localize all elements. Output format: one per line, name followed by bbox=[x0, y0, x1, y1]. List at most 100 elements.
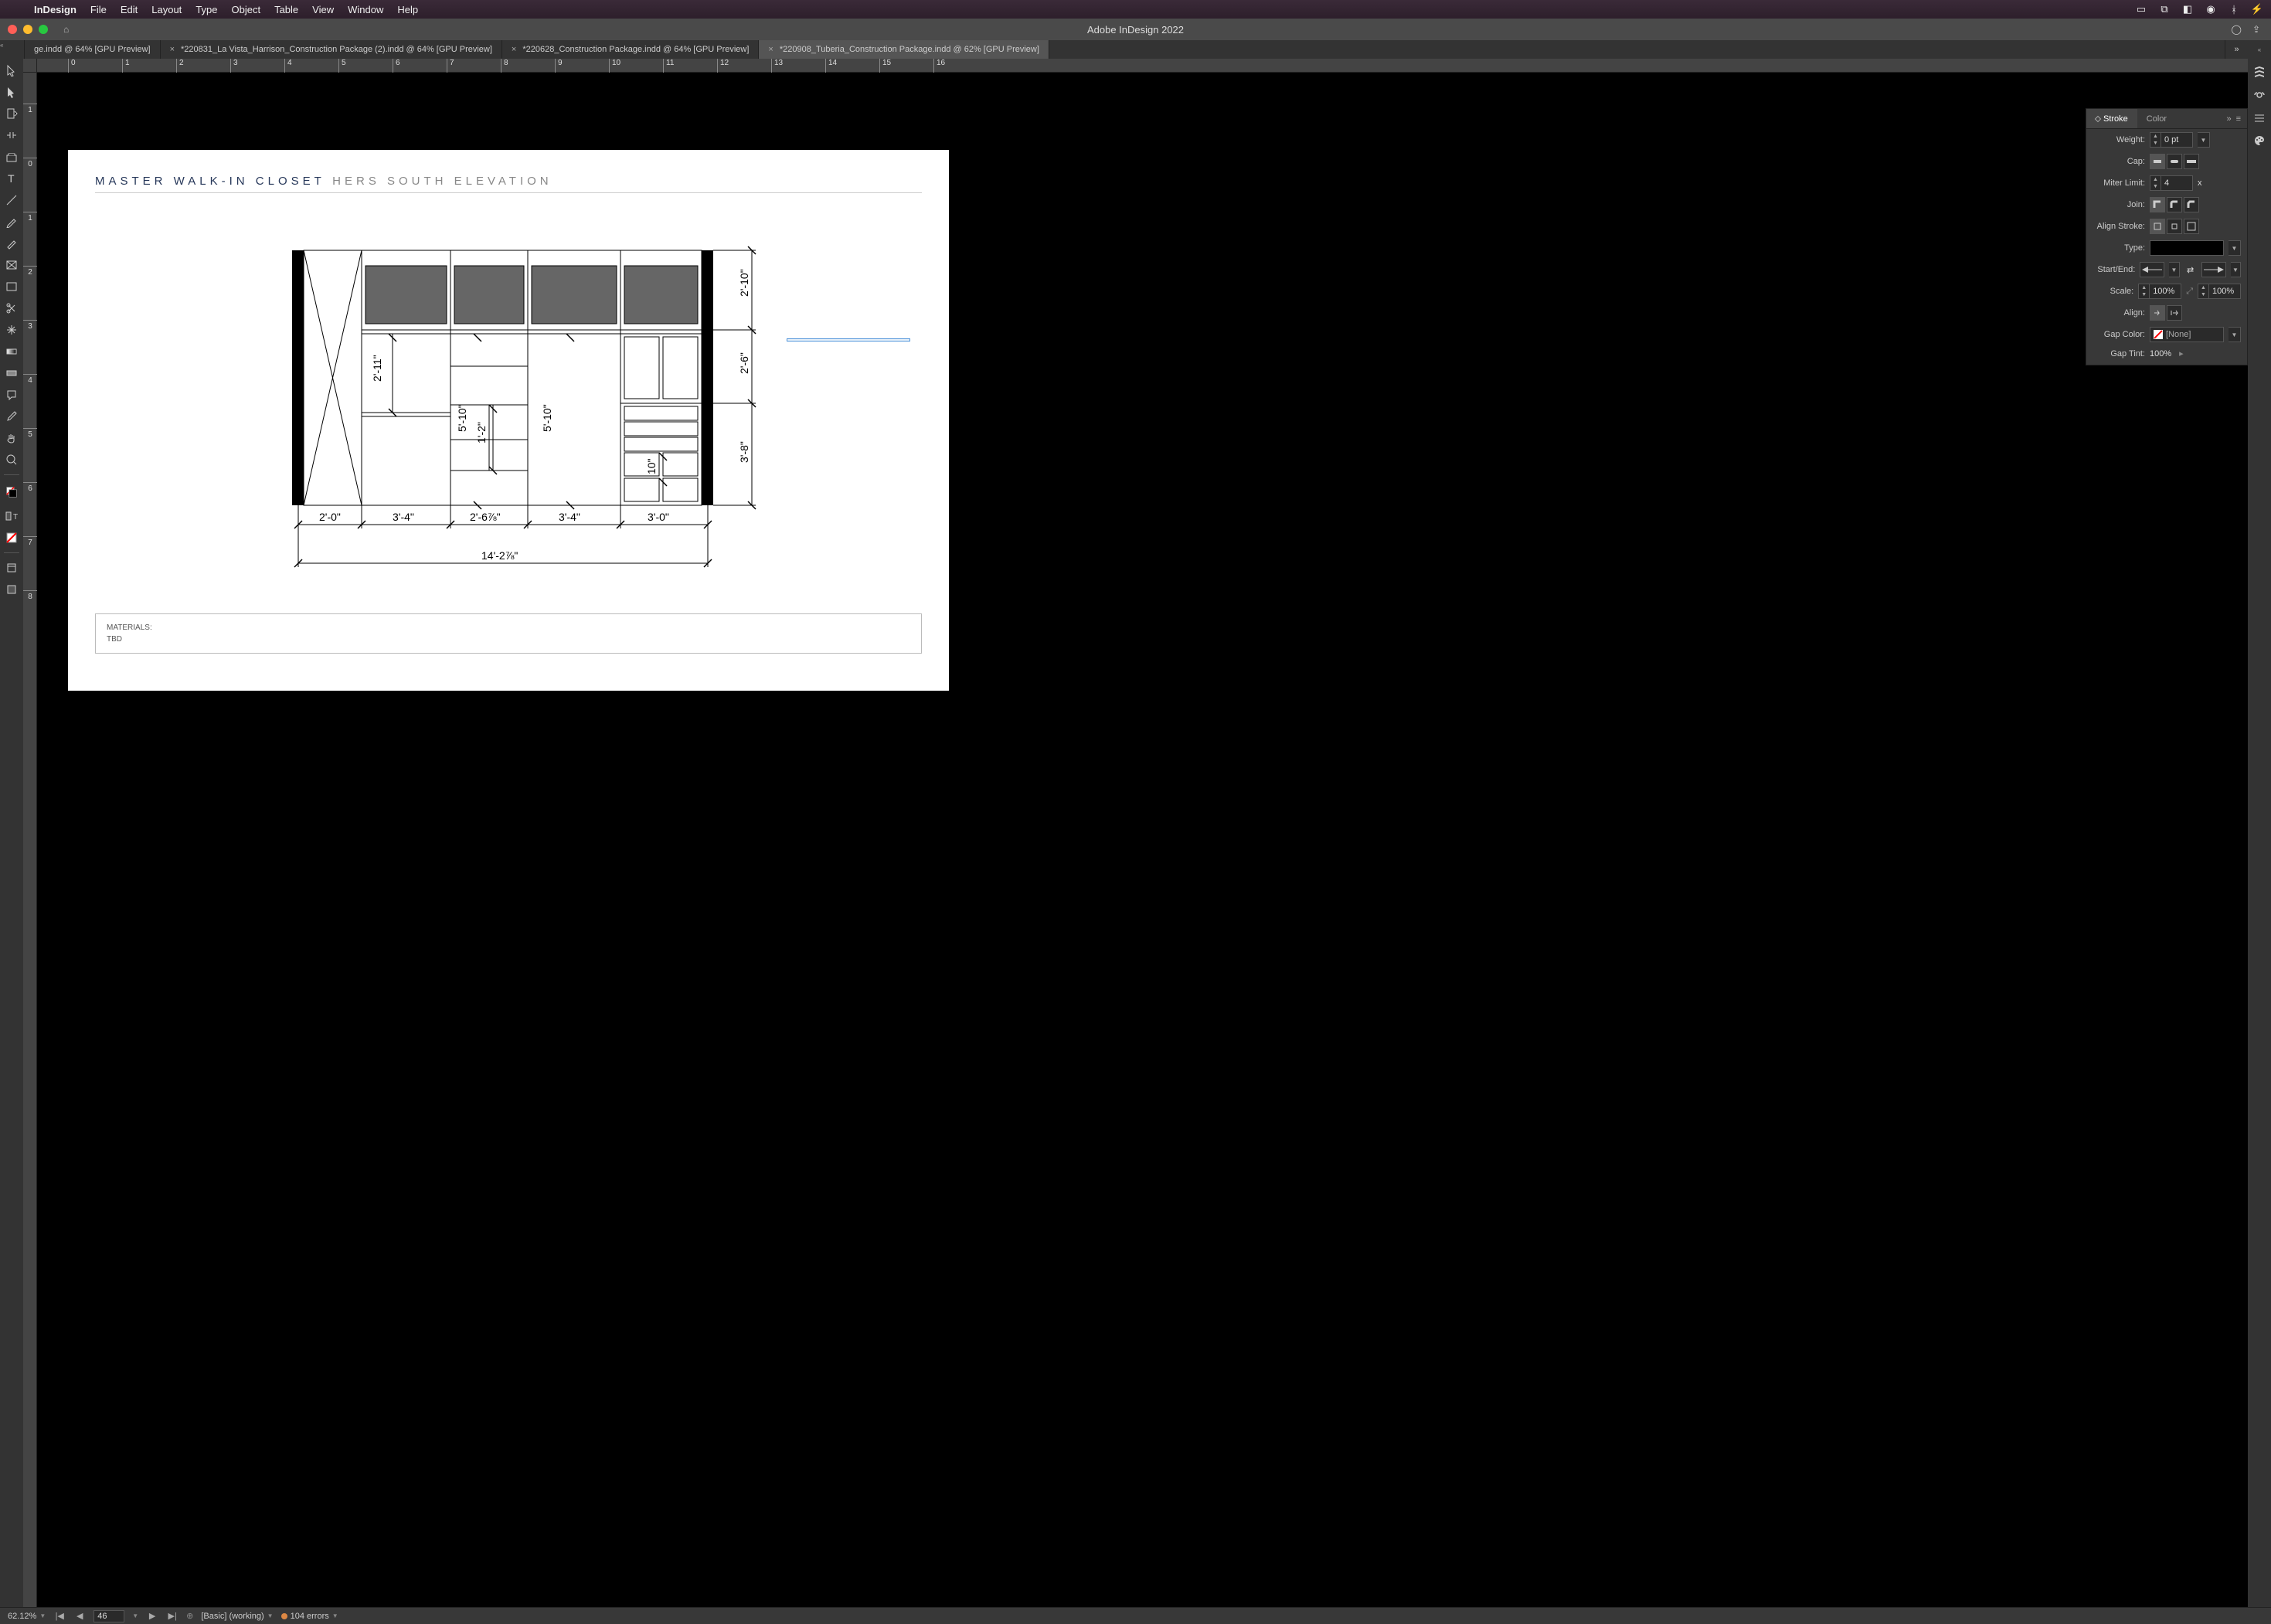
note-tool[interactable] bbox=[3, 386, 20, 403]
selection-tool[interactable] bbox=[3, 62, 20, 79]
close-icon[interactable]: × bbox=[512, 45, 516, 54]
zoom-field[interactable]: 62.12%▼ bbox=[8, 1612, 46, 1621]
document-tab[interactable]: ge.indd @ 64% [GPU Preview] bbox=[25, 40, 161, 59]
close-icon[interactable]: × bbox=[170, 45, 175, 54]
rectangle-frame-tool[interactable] bbox=[3, 257, 20, 273]
view-mode-normal[interactable] bbox=[3, 559, 20, 576]
arrow-align-end-button[interactable] bbox=[2167, 305, 2182, 321]
ruler-origin[interactable] bbox=[23, 59, 37, 73]
menu-type[interactable]: Type bbox=[195, 4, 217, 15]
formatting-container-toggle[interactable]: T bbox=[3, 508, 20, 525]
panel-menu-icon[interactable]: ≡ bbox=[2236, 114, 2241, 124]
tab-color[interactable]: Color bbox=[2137, 109, 2176, 128]
maximize-window-button[interactable] bbox=[39, 25, 48, 34]
menu-edit[interactable]: Edit bbox=[121, 4, 138, 15]
page-dropdown[interactable]: ▼ bbox=[132, 1612, 138, 1619]
stroke-panel[interactable]: Stroke Color »≡ Weight: ▲▼ ▼ Cap: Miter … bbox=[2086, 108, 2248, 365]
pencil-tool[interactable] bbox=[3, 235, 20, 252]
preflight-errors[interactable]: 104 errors▼ bbox=[281, 1612, 338, 1621]
document-viewport[interactable]: MASTER WALK-IN CLOSET HERS SOUTH ELEVATI… bbox=[37, 73, 2248, 1607]
swap-arrows-button[interactable]: ⇄ bbox=[2184, 262, 2197, 277]
menu-window[interactable]: Window bbox=[348, 4, 383, 15]
start-arrow-swatch[interactable] bbox=[2140, 262, 2164, 277]
end-arrow-dropdown[interactable]: ▼ bbox=[2231, 262, 2241, 277]
app-name[interactable]: InDesign bbox=[34, 4, 76, 15]
menu-view[interactable]: View bbox=[312, 4, 334, 15]
gradient-feather-tool[interactable] bbox=[3, 365, 20, 382]
toolbox-collapse[interactable]: « bbox=[0, 40, 25, 59]
page[interactable]: MASTER WALK-IN CLOSET HERS SOUTH ELEVATI… bbox=[68, 150, 949, 691]
join-round-button[interactable] bbox=[2167, 197, 2182, 212]
free-transform-tool[interactable] bbox=[3, 321, 20, 338]
apple-icon[interactable] bbox=[8, 3, 20, 15]
gap-color-swatch[interactable]: [None] bbox=[2150, 327, 2224, 342]
type-tool[interactable]: T bbox=[3, 170, 20, 187]
tab-overflow-button[interactable]: » bbox=[2225, 40, 2248, 59]
menu-help[interactable]: Help bbox=[397, 4, 418, 15]
selection-bounding-box[interactable] bbox=[787, 338, 910, 341]
vertical-ruler[interactable]: 1 0 1 2 3 4 5 6 7 8 bbox=[23, 73, 37, 1607]
horizontal-ruler[interactable]: 0 1 2 3 4 5 6 7 8 9 10 11 12 13 14 15 16 bbox=[37, 59, 2248, 73]
preflight-profile-icon[interactable]: ⊕ bbox=[186, 1611, 193, 1621]
cap-butt-button[interactable] bbox=[2150, 154, 2165, 169]
record-tray-icon[interactable]: ◉ bbox=[2205, 3, 2217, 15]
color-panel-icon[interactable] bbox=[2252, 134, 2266, 148]
zoom-tool[interactable] bbox=[3, 451, 20, 468]
end-arrow-swatch[interactable] bbox=[2201, 262, 2226, 277]
scale-end-input[interactable]: ▲▼ bbox=[2198, 284, 2241, 299]
stroke-type-dropdown[interactable]: ▼ bbox=[2229, 240, 2241, 256]
first-page-button[interactable]: |◀ bbox=[53, 1611, 66, 1621]
link-scale-icon[interactable]: ⤢ bbox=[2186, 287, 2193, 297]
content-collector-tool[interactable] bbox=[3, 148, 20, 165]
gap-color-dropdown[interactable]: ▼ bbox=[2229, 327, 2241, 342]
tab-stroke[interactable]: Stroke bbox=[2086, 109, 2137, 128]
apply-none[interactable] bbox=[3, 529, 20, 546]
align-stroke-inside-button[interactable] bbox=[2167, 219, 2182, 234]
arrow-align-tip-button[interactable] bbox=[2150, 305, 2165, 321]
stroke-panel-icon[interactable] bbox=[2252, 111, 2266, 125]
cloud-tray-icon[interactable]: ⧉ bbox=[2158, 3, 2171, 15]
gradient-swatch-tool[interactable] bbox=[3, 343, 20, 360]
share-icon[interactable]: ⇪ bbox=[2252, 24, 2260, 35]
document-tab[interactable]: ×*220908_Tuberia_Construction Package.in… bbox=[759, 40, 1049, 59]
weight-dropdown[interactable]: ▼ bbox=[2198, 132, 2210, 148]
cap-round-button[interactable] bbox=[2167, 154, 2182, 169]
paragraph-style-field[interactable]: [Basic] (working)▼ bbox=[201, 1612, 273, 1621]
pen-tool[interactable] bbox=[3, 213, 20, 230]
home-button[interactable]: ⌂ bbox=[63, 24, 69, 35]
cap-projecting-button[interactable] bbox=[2184, 154, 2199, 169]
scale-start-input[interactable]: ▲▼ bbox=[2138, 284, 2181, 299]
join-miter-button[interactable] bbox=[2150, 197, 2165, 212]
hand-tool[interactable] bbox=[3, 430, 20, 447]
menu-file[interactable]: File bbox=[90, 4, 107, 15]
scissors-tool[interactable] bbox=[3, 300, 20, 317]
right-dock-collapse[interactable]: « bbox=[2248, 40, 2271, 59]
rectangle-tool[interactable] bbox=[3, 278, 20, 295]
menu-layout[interactable]: Layout bbox=[151, 4, 182, 15]
direct-selection-tool[interactable] bbox=[3, 83, 20, 100]
join-bevel-button[interactable] bbox=[2184, 197, 2199, 212]
prev-page-button[interactable]: ◀ bbox=[73, 1611, 86, 1621]
bluetooth-icon[interactable]: ᚼ bbox=[2228, 3, 2240, 15]
align-stroke-outside-button[interactable] bbox=[2184, 219, 2199, 234]
close-icon[interactable]: × bbox=[768, 45, 773, 54]
battery-icon[interactable]: ⚡ bbox=[2251, 3, 2263, 15]
zoom-tray-icon[interactable]: ▭ bbox=[2135, 3, 2147, 15]
menu-table[interactable]: Table bbox=[274, 4, 298, 15]
weight-input[interactable]: ▲▼ bbox=[2150, 132, 2193, 148]
eyedropper-tool[interactable] bbox=[3, 408, 20, 425]
start-arrow-dropdown[interactable]: ▼ bbox=[2169, 262, 2179, 277]
view-mode-preview[interactable] bbox=[3, 581, 20, 598]
gap-tint-slider-icon[interactable]: ▸ bbox=[2179, 348, 2184, 358]
line-tool[interactable] bbox=[3, 192, 20, 209]
document-tab[interactable]: ×*220831_La Vista_Harrison_Construction … bbox=[161, 40, 502, 59]
last-page-button[interactable]: ▶| bbox=[166, 1611, 178, 1621]
miter-limit-input[interactable]: ▲▼ bbox=[2150, 175, 2193, 191]
close-window-button[interactable] bbox=[8, 25, 17, 34]
cc-tray-icon[interactable]: ◧ bbox=[2181, 3, 2194, 15]
document-tab[interactable]: ×*220628_Construction Package.indd @ 64%… bbox=[502, 40, 760, 59]
stroke-type-swatch[interactable] bbox=[2150, 240, 2224, 256]
align-stroke-center-button[interactable] bbox=[2150, 219, 2165, 234]
gap-tool[interactable] bbox=[3, 127, 20, 144]
next-page-button[interactable]: ▶ bbox=[146, 1611, 158, 1621]
